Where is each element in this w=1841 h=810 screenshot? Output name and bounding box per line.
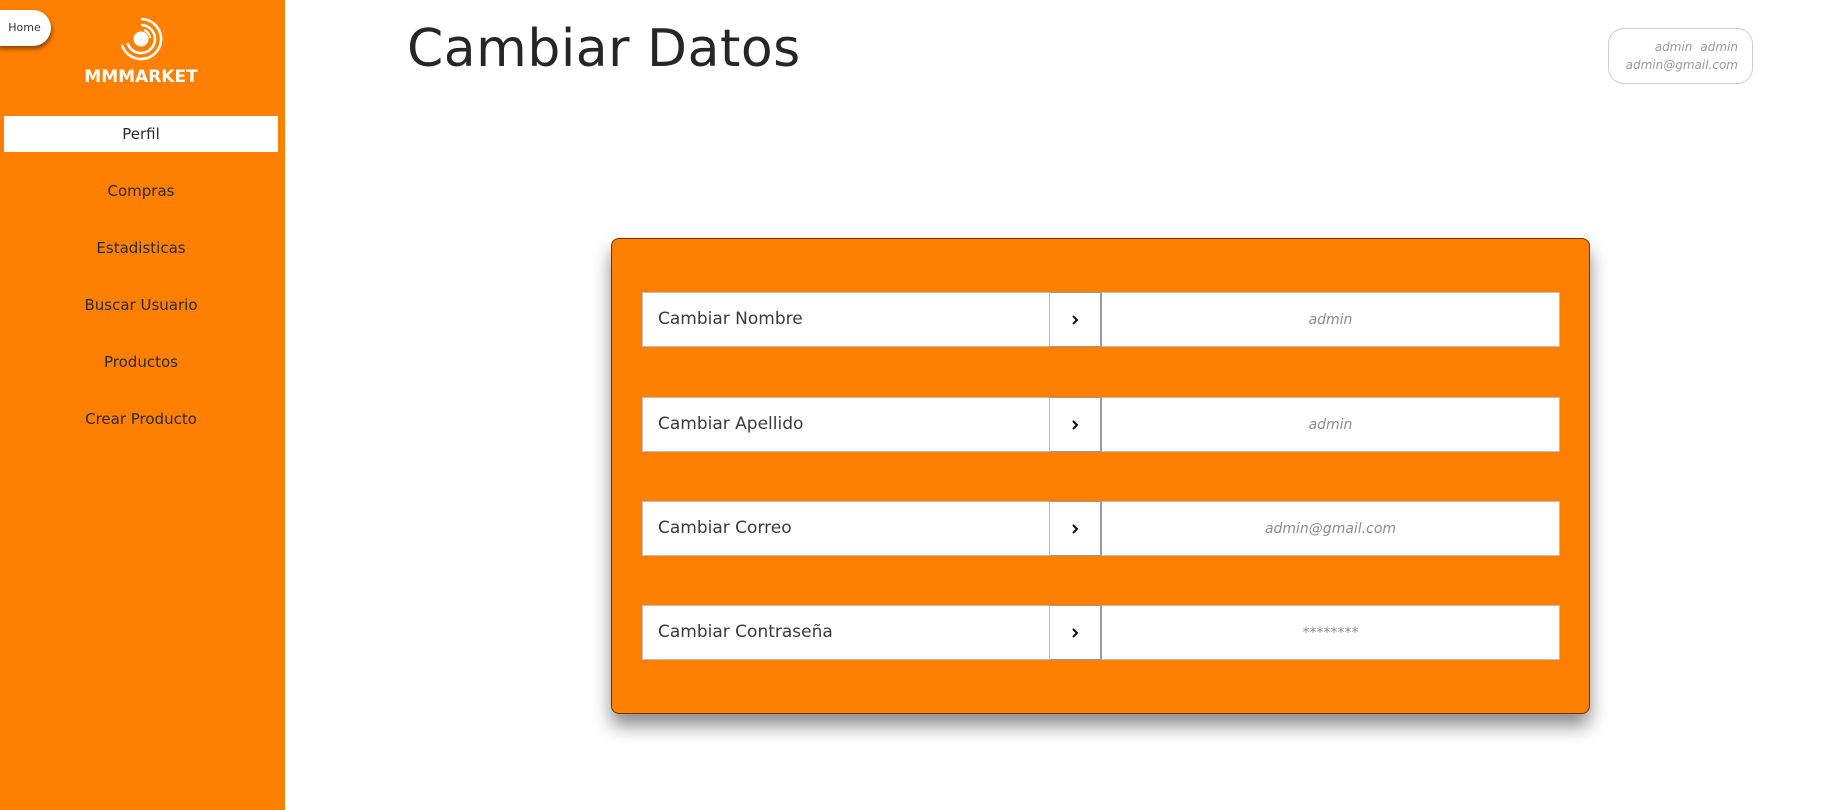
row-change-lastname: Cambiar Apellido [642, 397, 1560, 452]
sidebar-item-perfil[interactable]: Perfil [4, 116, 278, 152]
sidebar-item-compras[interactable]: Compras [4, 173, 278, 209]
user-first-name: admin [1654, 40, 1693, 54]
submit-lastname-button[interactable] [1050, 397, 1101, 452]
submit-name-button[interactable] [1050, 292, 1101, 347]
submit-email-button[interactable] [1050, 501, 1101, 556]
user-email: admin@gmail.com [1625, 58, 1738, 72]
chevron-right-icon [1072, 419, 1079, 430]
row-change-name: Cambiar Nombre [642, 292, 1560, 347]
row-label: Cambiar Apellido [642, 397, 1050, 452]
brand-logo: MMMARKET [84, 16, 198, 88]
sidebar-item-estadisticas[interactable]: Estadisticas [4, 230, 278, 266]
user-last-name: admin [1700, 40, 1738, 54]
user-info-card: admin admin admin@gmail.com [1608, 28, 1753, 84]
lastname-input[interactable] [1101, 397, 1560, 452]
sidebar-nav: Perfil Compras Estadisticas Buscar Usuar… [4, 116, 278, 458]
sidebar-item-buscar-usuario[interactable]: Buscar Usuario [4, 287, 278, 323]
submit-password-button[interactable] [1050, 605, 1101, 660]
page-title: Cambiar Datos [407, 19, 801, 79]
chevron-right-icon [1072, 627, 1079, 638]
sidebar-item-productos[interactable]: Productos [4, 344, 278, 380]
row-label: Cambiar Contraseña [642, 605, 1050, 660]
name-input[interactable] [1101, 292, 1560, 347]
chevron-right-icon [1072, 314, 1079, 325]
logo-text: MMMARKET [84, 67, 198, 87]
home-button[interactable]: Home [0, 10, 51, 46]
user-name: admin admin [1609, 38, 1738, 56]
sidebar: Home MMMARKET Perfil Compras Estadistica… [0, 0, 285, 810]
sidebar-item-crear-producto[interactable]: Crear Producto [4, 401, 278, 437]
row-change-email: Cambiar Correo [642, 501, 1560, 556]
email-input[interactable] [1101, 501, 1560, 556]
logo-mark-icon [120, 17, 163, 61]
row-label: Cambiar Correo [642, 501, 1050, 556]
row-label: Cambiar Nombre [642, 292, 1050, 347]
password-input[interactable] [1101, 605, 1560, 660]
change-data-form: Cambiar Nombre Cambiar Apellido Cambiar … [611, 238, 1590, 714]
row-change-password: Cambiar Contraseña [642, 605, 1560, 660]
chevron-right-icon [1072, 523, 1079, 534]
